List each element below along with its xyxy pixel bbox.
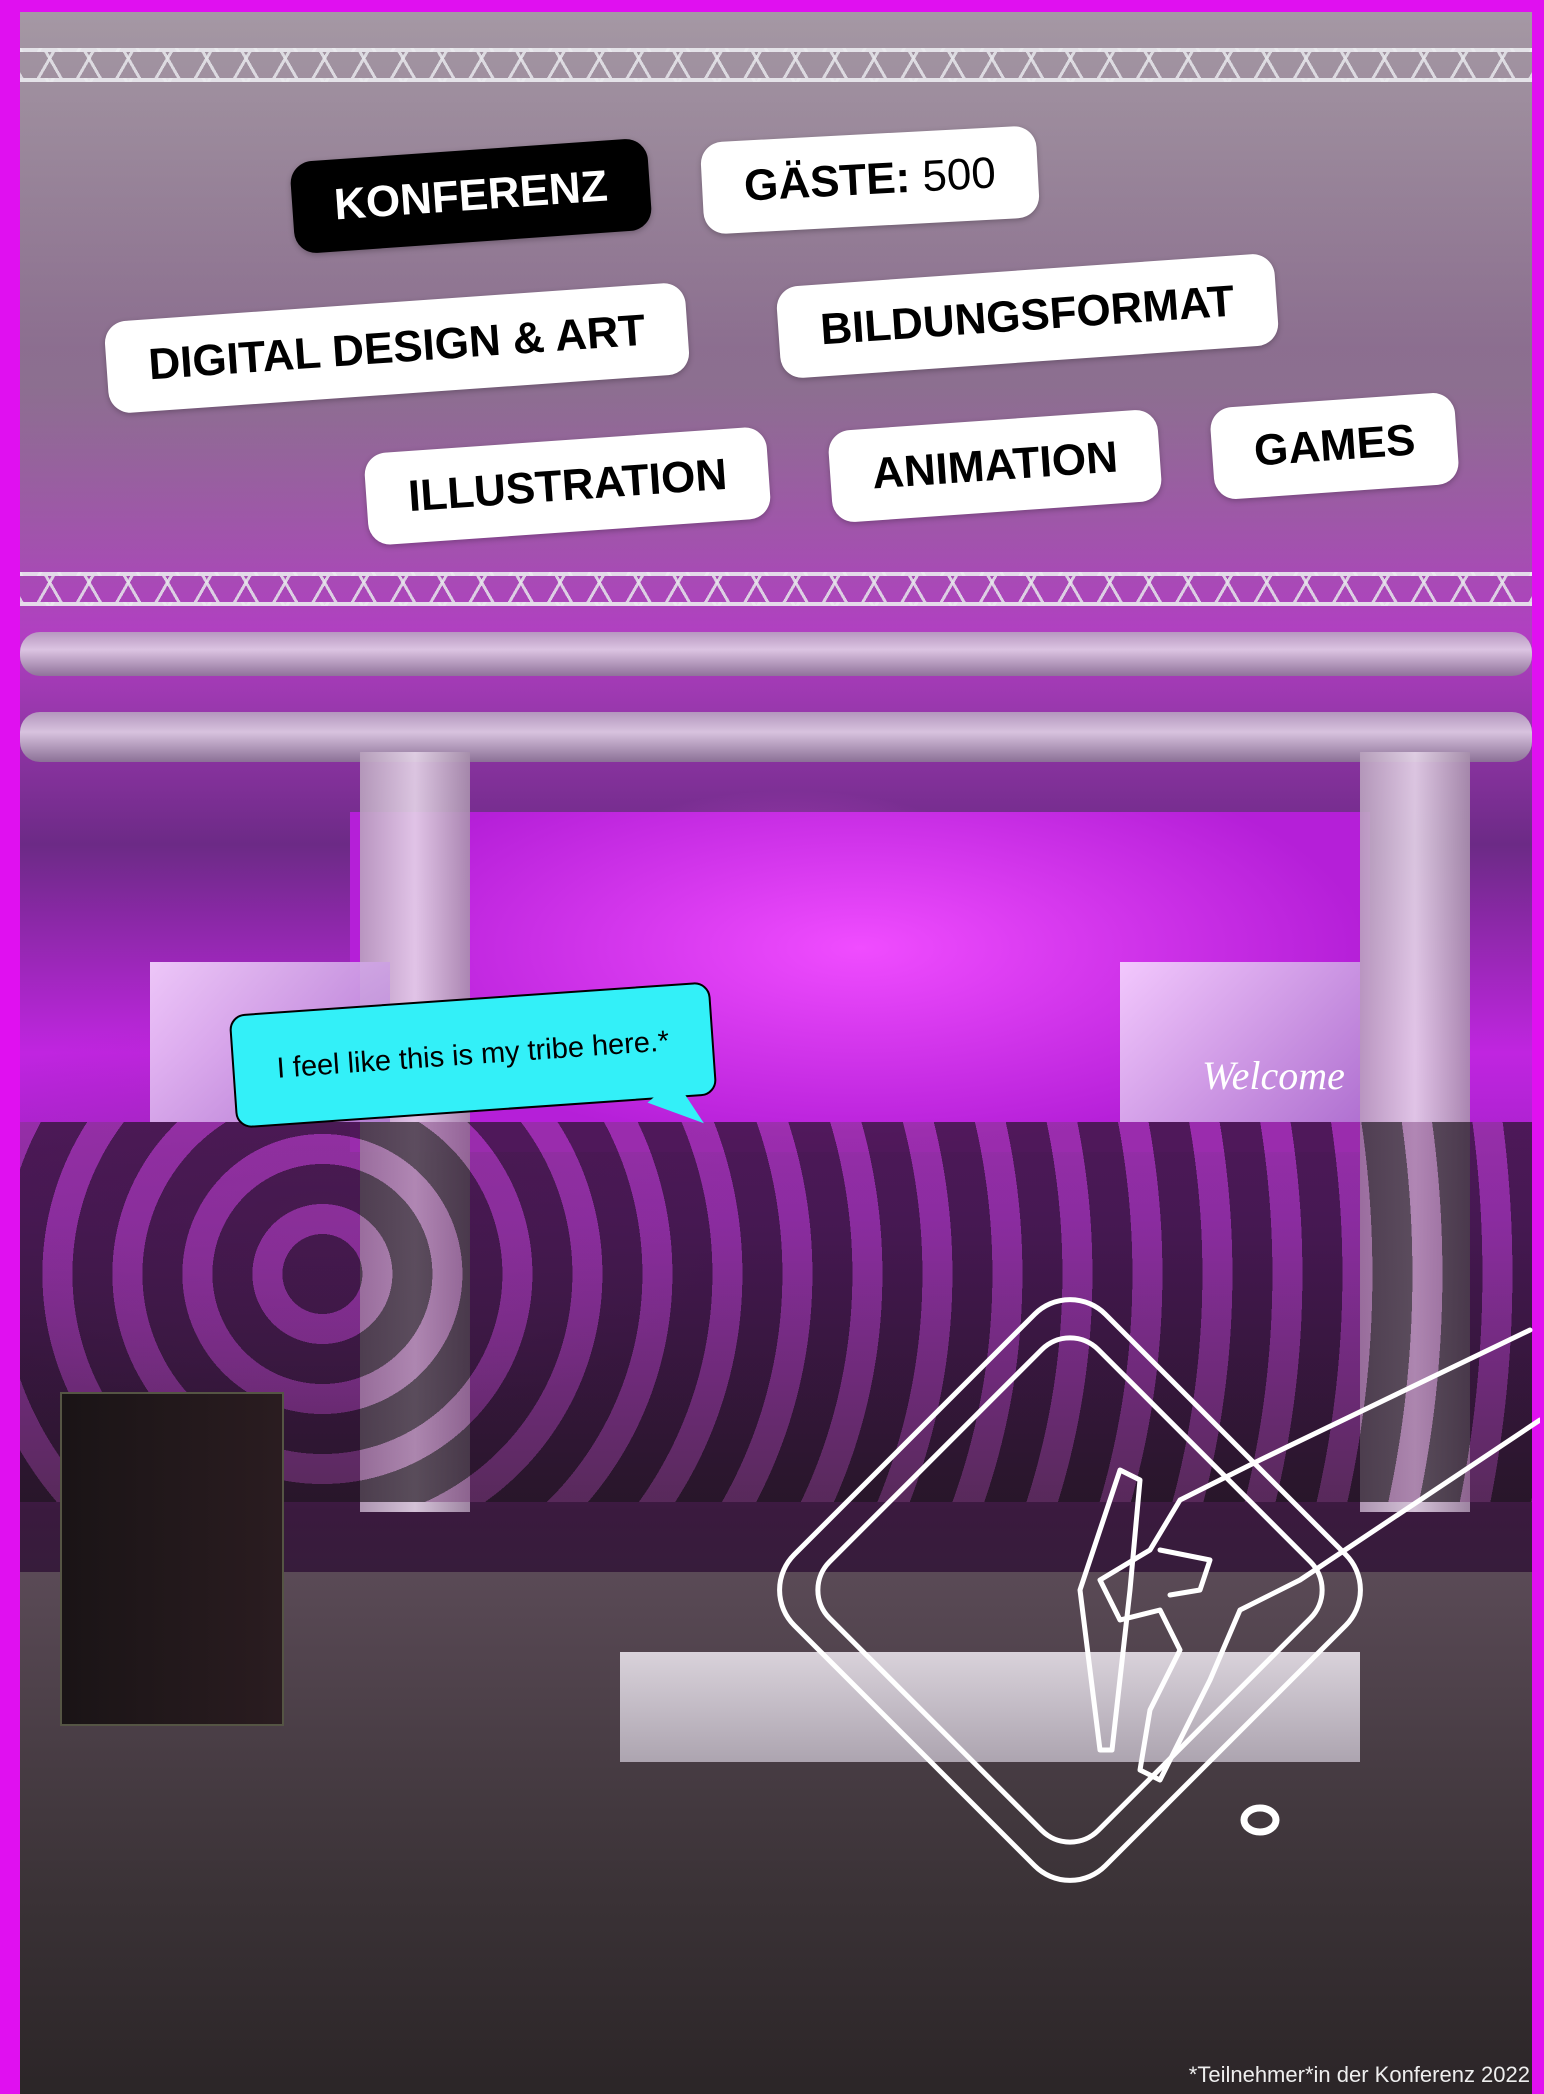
ventilation-pipe bbox=[20, 632, 1532, 676]
ventilation-pipe bbox=[20, 712, 1532, 762]
gaeste-value: 500 bbox=[921, 148, 997, 202]
tag-games: GAMES bbox=[1209, 391, 1461, 501]
quote-text: I feel like this is my tribe here.* bbox=[275, 1024, 671, 1085]
welcome-screen-text: Welcome bbox=[1202, 1053, 1345, 1098]
photo-caption: *Teilnehmer*in der Konferenz 2022 bbox=[1188, 2062, 1530, 2087]
ceiling-truss bbox=[20, 48, 1532, 82]
ceiling-truss bbox=[20, 572, 1532, 606]
gaeste-label: GÄSTE: bbox=[742, 152, 912, 211]
drawing-tablet-icon bbox=[740, 1250, 1543, 1950]
tag-gaeste: GÄSTE: 500 bbox=[699, 125, 1041, 235]
display-book bbox=[60, 1392, 284, 1726]
page: Welcome KONFERENZ GÄSTE: 500 DIGITAL DES… bbox=[0, 0, 1544, 2094]
